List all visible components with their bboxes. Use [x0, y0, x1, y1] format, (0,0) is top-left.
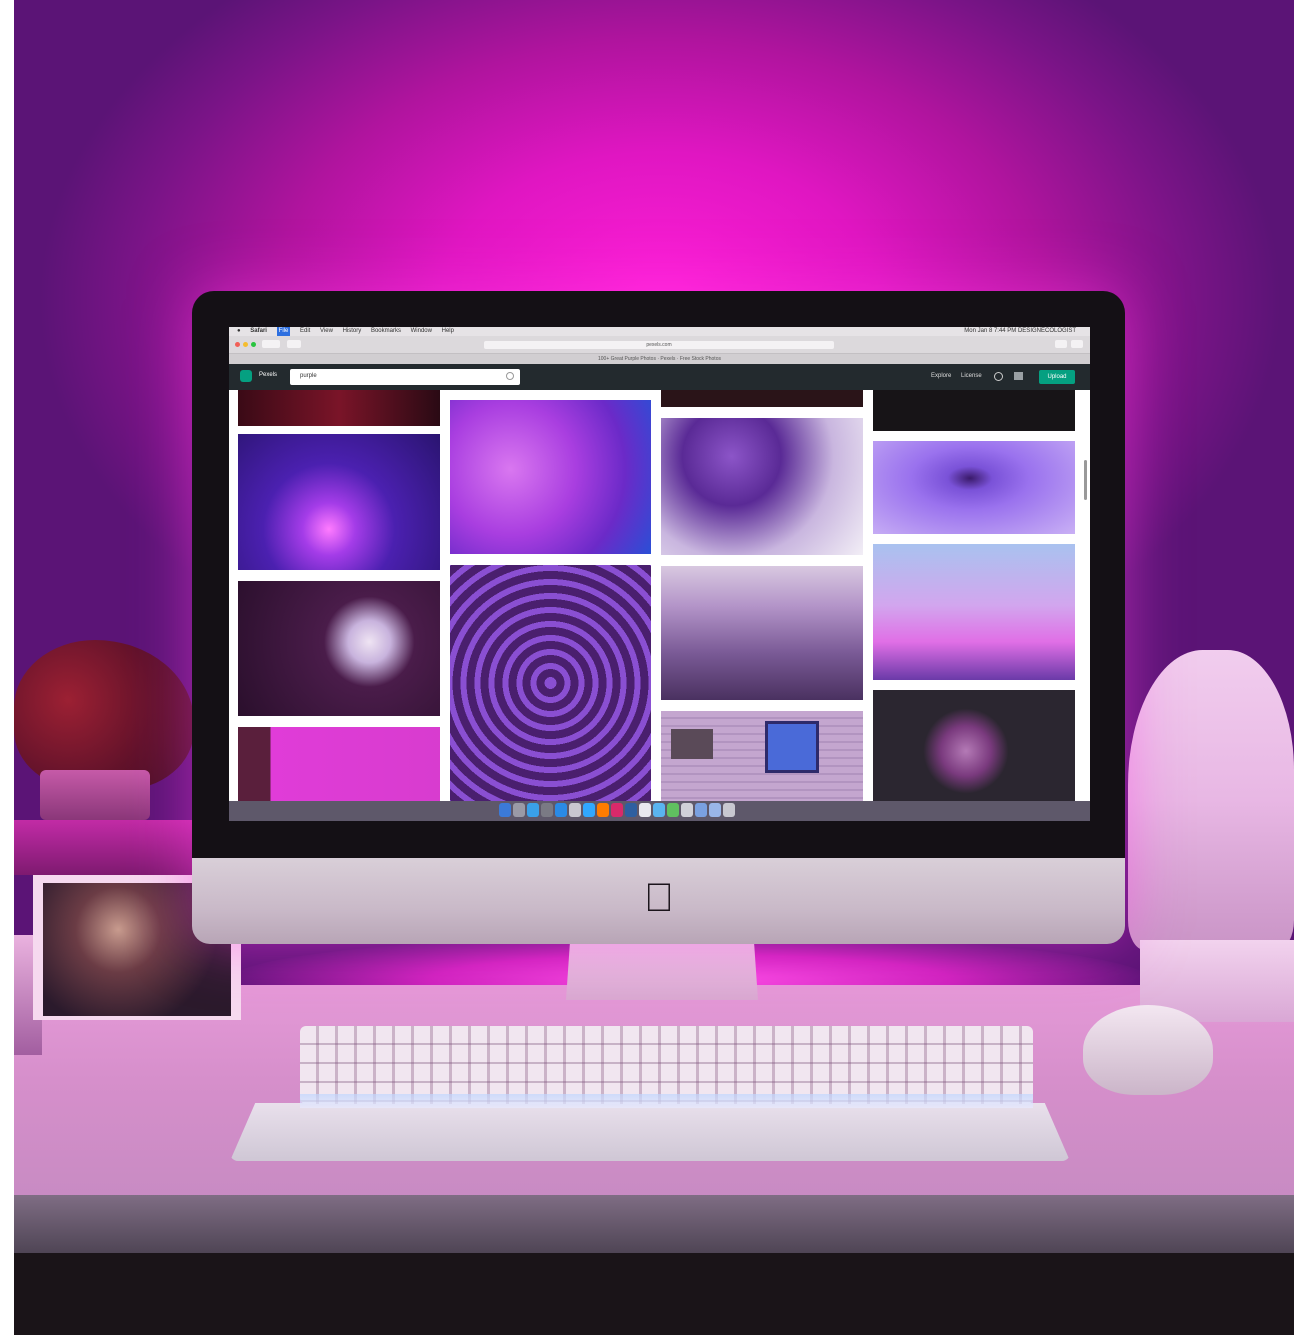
- profile-avatar[interactable]: [1014, 372, 1023, 380]
- appstore-icon[interactable]: [555, 803, 567, 817]
- photo-tile[interactable]: [873, 390, 1075, 431]
- mac-dock: [229, 801, 1090, 821]
- window-detail: [765, 721, 819, 773]
- browser-tab[interactable]: 100+ Great Purple Photos · Pexels · Free…: [229, 354, 1090, 364]
- photo-tile[interactable]: [873, 690, 1075, 801]
- folder-icon[interactable]: [695, 803, 707, 817]
- mouse: [1083, 1005, 1213, 1095]
- photos-icon[interactable]: [541, 803, 553, 817]
- left-shelf: [14, 820, 194, 875]
- menu-item[interactable]: Help: [442, 327, 454, 336]
- keyboard-wrist-rest: [230, 1103, 1070, 1161]
- photo-tile[interactable]: [238, 434, 440, 570]
- photo-grid: [229, 390, 1090, 801]
- photo-tile[interactable]: [238, 581, 440, 716]
- nav-explore[interactable]: Explore: [931, 373, 951, 379]
- zoom-window-button[interactable]: [251, 342, 256, 347]
- photo-tile[interactable]: [450, 400, 651, 554]
- upload-button[interactable]: Upload: [1039, 370, 1075, 384]
- nav-license[interactable]: License: [961, 373, 982, 379]
- menu-item[interactable]: Safari: [250, 327, 267, 336]
- sidebar-button[interactable]: [287, 340, 301, 348]
- tabs-button[interactable]: [1071, 340, 1083, 348]
- safari-icon[interactable]: [527, 803, 539, 817]
- menu-item[interactable]: Bookmarks: [371, 327, 401, 336]
- lightroom-icon[interactable]: [625, 803, 637, 817]
- photo-tile[interactable]: [238, 727, 440, 801]
- photo-tile[interactable]: [238, 390, 440, 426]
- dock-icons: [499, 803, 819, 819]
- scrollbar[interactable]: [1084, 460, 1087, 500]
- screen: ● Safari File Edit View History Bookmark…: [229, 327, 1090, 821]
- menu-item[interactable]: History: [343, 327, 362, 336]
- notifications-icon[interactable]: [994, 372, 1003, 381]
- angel-statue: [1128, 650, 1294, 950]
- search-input[interactable]: purple: [290, 369, 520, 385]
- brand-name[interactable]: Pexels: [259, 372, 277, 378]
- search-icon[interactable]: [506, 372, 514, 380]
- photoshop-icon[interactable]: [583, 803, 595, 817]
- menu-item[interactable]: Edit: [300, 327, 310, 336]
- apple-menu-icon[interactable]: ●: [237, 327, 241, 336]
- photo-tile[interactable]: [661, 711, 863, 801]
- menubar-status: Mon Jan 8 7:44 PM DESIGNECOLOGIST: [964, 328, 1076, 334]
- launchpad-icon[interactable]: [513, 803, 525, 817]
- search-value: purple: [300, 373, 317, 379]
- flower-vase: [40, 770, 150, 820]
- finder-icon[interactable]: [499, 803, 511, 817]
- apple-logo-icon: : [640, 876, 678, 920]
- indesign-icon[interactable]: [611, 803, 623, 817]
- keyboard-backlight: [300, 1094, 1033, 1108]
- chrome-icon[interactable]: [639, 803, 651, 817]
- back-forward-buttons[interactable]: [262, 340, 280, 348]
- desk-edge: [14, 1195, 1294, 1253]
- close-window-button[interactable]: [235, 342, 240, 347]
- mac-menubar: ● Safari File Edit View History Bookmark…: [229, 327, 1090, 336]
- address-bar[interactable]: pexels.com: [484, 341, 834, 349]
- menu-item[interactable]: File: [276, 327, 291, 336]
- floor-shadow: [14, 1253, 1294, 1335]
- photo-tile[interactable]: [661, 418, 863, 555]
- room-scene:  ● Safari File Edit View History Bookma…: [0, 0, 1294, 1335]
- image-border: [0, 0, 14, 1335]
- menu-item[interactable]: View: [320, 327, 333, 336]
- photo-tile[interactable]: [873, 441, 1075, 534]
- share-button[interactable]: [1055, 340, 1067, 348]
- menu-item[interactable]: Window: [411, 327, 432, 336]
- photo-tile[interactable]: [661, 390, 863, 407]
- keyboard-rows: [300, 1026, 1033, 1104]
- browser-toolbar: pexels.com: [229, 336, 1090, 354]
- rose-bouquet: [14, 640, 194, 790]
- pexels-header: Pexels purple Explore License Upload: [229, 364, 1090, 390]
- messages-icon[interactable]: [667, 803, 679, 817]
- photo-tile[interactable]: [661, 566, 863, 700]
- window-detail: [671, 729, 713, 759]
- photo-tile[interactable]: [450, 565, 651, 801]
- preview-icon[interactable]: [569, 803, 581, 817]
- mail-icon[interactable]: [653, 803, 665, 817]
- pexels-logo-icon[interactable]: [240, 370, 252, 382]
- monitor-stand: [566, 944, 758, 1000]
- photo-tile[interactable]: [873, 544, 1075, 680]
- minimize-window-button[interactable]: [243, 342, 248, 347]
- illustrator-icon[interactable]: [597, 803, 609, 817]
- downloads-icon[interactable]: [709, 803, 721, 817]
- notes-icon[interactable]: [681, 803, 693, 817]
- trash-icon[interactable]: [723, 803, 735, 817]
